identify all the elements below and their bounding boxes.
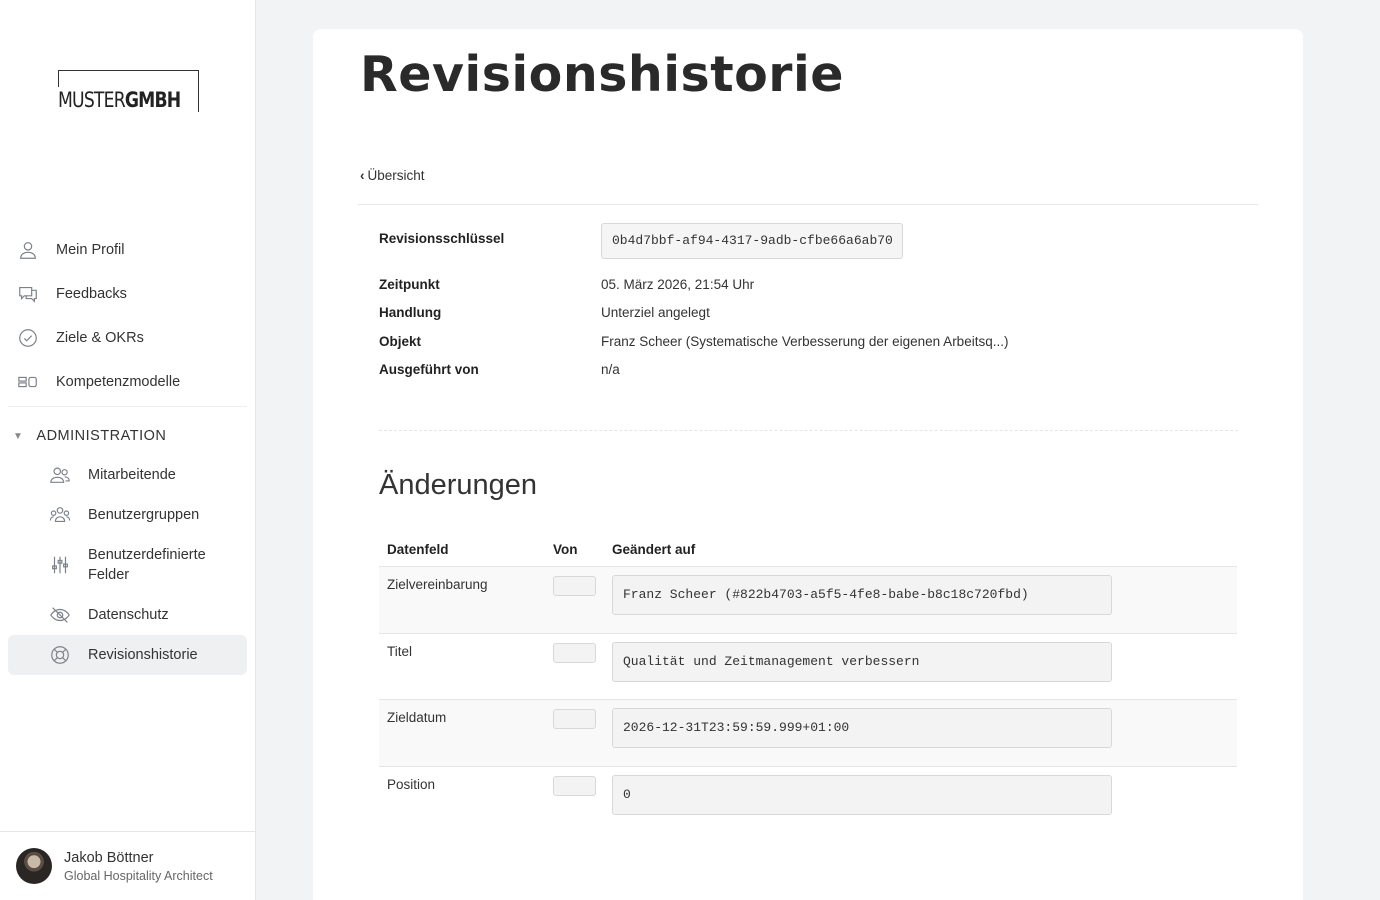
chat-icon <box>16 282 40 306</box>
nav-divider <box>8 406 247 407</box>
performed-by-value: n/a <box>601 362 620 377</box>
nav-item-label: Ziele & OKRs <box>56 330 144 346</box>
nav-item-label: Kompetenzmodelle <box>56 374 181 390</box>
nav-item-benutzergruppen[interactable]: Benutzergruppen <box>8 495 247 535</box>
nav-item-ziele-okrs[interactable]: Ziele & OKRs <box>8 316 247 360</box>
nav-item-benutzerdefinierte-felder[interactable]: Benutzerdefinierte Felder <box>8 535 247 595</box>
row-field: Zielvereinbarung <box>387 577 488 592</box>
main-card: Revisionshistorie ‹ Übersicht Revisionssc… <box>313 29 1303 900</box>
table-row: Zielvereinbarung Franz Scheer (#822b4703… <box>379 566 1237 633</box>
row-to-value[interactable]: Franz Scheer (#822b4703-a5f5-4fe8-babe-b… <box>612 575 1112 615</box>
nav-item-datenschutz[interactable]: Datenschutz <box>8 595 247 635</box>
row-from-value[interactable] <box>553 776 596 796</box>
user-role: Global Hospitality Architect <box>64 869 213 883</box>
nav-item-label: Feedbacks <box>56 286 127 302</box>
action-label: Handlung <box>379 305 442 320</box>
caret-down-icon: ▼ <box>13 430 24 442</box>
table-row: Zieldatum 2026-12-31T23:59:59.999+01:00 <box>379 699 1237 766</box>
main-nav: Mein Profil Feedbacks Ziele & OKRs Kompe… <box>8 228 247 675</box>
column-header-field: Datenfeld <box>387 542 449 557</box>
sliders-icon <box>48 553 72 577</box>
column-header-to: Geändert auf <box>612 542 696 557</box>
nav-item-kompetenzmodelle[interactable]: Kompetenzmodelle <box>8 360 247 404</box>
timestamp-label: Zeitpunkt <box>379 277 440 292</box>
timestamp-value: 05. März 2026, 21:54 Uhr <box>601 277 755 292</box>
nav-item-feedbacks[interactable]: Feedbacks <box>8 272 247 316</box>
check-circle-icon <box>16 326 40 350</box>
row-field: Position <box>387 777 436 792</box>
revision-key-label: Revisionsschlüssel <box>379 231 505 246</box>
page-title: Revisionshistorie <box>360 46 845 103</box>
back-link[interactable]: ‹ Übersicht <box>360 168 425 183</box>
row-from-value[interactable] <box>553 643 596 663</box>
person-icon <box>16 238 40 262</box>
column-header-from: Von <box>553 542 578 557</box>
action-value: Unterziel angelegt <box>601 305 710 320</box>
row-field: Zieldatum <box>387 710 447 725</box>
performed-by-label: Ausgeführt von <box>379 362 479 377</box>
nav-item-mein-profil[interactable]: Mein Profil <box>8 228 247 272</box>
changes-title: Änderungen <box>379 469 538 501</box>
group-icon <box>48 503 72 527</box>
nav-item-label: Mitarbeitende <box>88 467 176 483</box>
user-profile[interactable]: Jakob Böttner Global Hospitality Archite… <box>0 831 255 900</box>
avatar <box>16 848 52 884</box>
nav-item-mitarbeitende[interactable]: Mitarbeitende <box>8 455 247 495</box>
row-field: Titel <box>387 644 413 659</box>
divider <box>358 204 1258 205</box>
user-name: Jakob Böttner <box>64 850 154 866</box>
nav-item-label: Benutzerdefinierte Felder <box>88 547 206 583</box>
row-to-value[interactable]: 0 <box>612 775 1112 815</box>
nav-item-label: Datenschutz <box>88 607 169 623</box>
back-link-label: Übersicht <box>367 168 425 183</box>
company-logo[interactable]: MUSTERGMBH <box>58 70 200 112</box>
row-from-value[interactable] <box>553 709 596 729</box>
row-to-value[interactable]: Qualität und Zeitmanagement verbessern <box>612 642 1112 682</box>
object-label: Objekt <box>379 334 422 349</box>
lifebuoy-icon <box>48 643 72 667</box>
eye-off-icon <box>48 603 72 627</box>
divider-dashed <box>379 430 1238 431</box>
section-label: ADMINISTRATION <box>36 428 167 444</box>
revision-key-value[interactable]: 0b4d7bbf-af94-4317-9adb-cfbe66a6ab70 <box>601 223 903 259</box>
logo-text-bold: GMBH <box>124 88 181 112</box>
sidebar: MUSTERGMBH Mein Profil Feedbacks Ziele &… <box>0 0 256 900</box>
model-icon <box>16 370 40 394</box>
table-row: Titel Qualität und Zeitmanagement verbes… <box>379 633 1237 699</box>
nav-item-label: Benutzergruppen <box>88 507 200 523</box>
row-from-value[interactable] <box>553 576 596 596</box>
people-icon <box>48 463 72 487</box>
nav-item-label: Mein Profil <box>56 242 125 258</box>
chevron-left-icon: ‹ <box>360 168 365 183</box>
section-toggle-administration[interactable]: ▼ ADMINISTRATION <box>8 417 247 455</box>
object-value: Franz Scheer (Systematische Verbesserung… <box>601 334 1009 349</box>
table-row: Position 0 <box>379 766 1237 832</box>
logo-text-light: MUSTER <box>58 88 126 112</box>
nav-item-revisionshistorie[interactable]: Revisionshistorie <box>8 635 247 675</box>
logo-text: MUSTERGMBH <box>58 88 181 112</box>
row-to-value[interactable]: 2026-12-31T23:59:59.999+01:00 <box>612 708 1112 748</box>
nav-item-label: Revisionshistorie <box>88 647 198 663</box>
